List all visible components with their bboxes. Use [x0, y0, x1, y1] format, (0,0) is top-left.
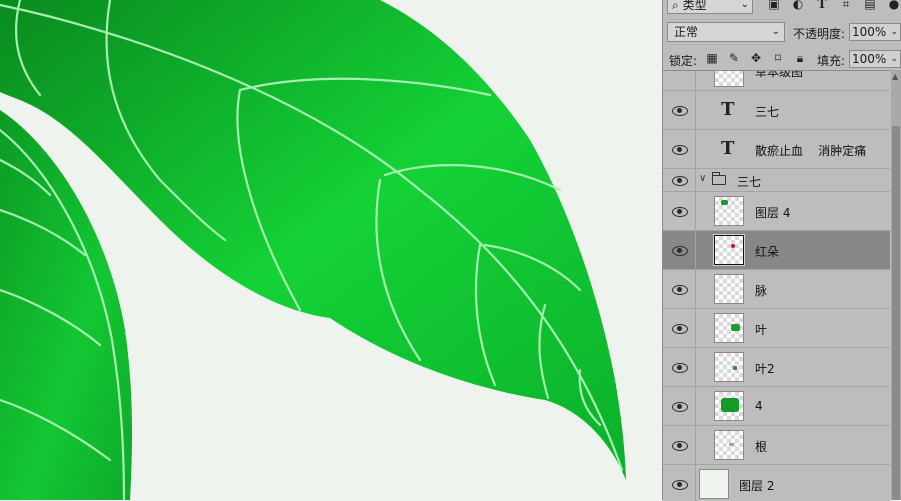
divider: [695, 71, 696, 90]
layer-list: 草本级图 T 三七 T 散瘀止血 消肿定痛 ∨ 三七 图层 4 红朵 脉 叶 叶…: [663, 70, 890, 501]
lock-label: 锁定:: [669, 54, 698, 68]
shape-filter-icon[interactable]: ⌗: [839, 0, 853, 11]
chevron-down-icon[interactable]: ∨: [699, 173, 706, 184]
document-canvas[interactable]: [0, 0, 662, 500]
image-filter-icon[interactable]: ▣: [767, 0, 781, 11]
lock-artboard-icon[interactable]: ⌑: [771, 51, 785, 65]
layer-row-selected[interactable]: 红朵: [663, 231, 890, 270]
chevron-down-icon: ⌄: [771, 26, 780, 37]
eye-icon[interactable]: [671, 284, 689, 296]
eye-icon[interactable]: [671, 206, 689, 218]
eye-icon[interactable]: [671, 175, 689, 187]
divider: [695, 270, 696, 308]
divider: [695, 426, 696, 464]
opacity-value: 100%: [852, 25, 887, 39]
type-filter-icon[interactable]: T: [815, 0, 829, 11]
layer-thumbnail: [714, 352, 744, 382]
layer-row[interactable]: 叶2: [663, 348, 890, 387]
toggle-filter-icon[interactable]: ●: [887, 0, 901, 11]
layer-name: 脉: [755, 284, 768, 298]
opacity-label: 不透明度:: [793, 27, 846, 41]
layer-row[interactable]: T 三七: [663, 91, 890, 130]
eye-icon[interactable]: [671, 362, 689, 374]
search-icon: ⌕: [672, 0, 679, 12]
layer-thumbnail: [714, 430, 744, 460]
chevron-down-icon: ⌄: [890, 54, 898, 64]
layer-name: 三七: [737, 175, 762, 189]
layer-group-row[interactable]: ∨ 三七: [663, 169, 890, 192]
layer-row[interactable]: T 散瘀止血 消肿定痛: [663, 130, 890, 169]
smart-object-filter-icon[interactable]: ▤: [863, 0, 877, 11]
scroll-up-icon[interactable]: ▲: [892, 72, 898, 81]
eye-icon[interactable]: [671, 105, 689, 117]
layer-name: 三七: [755, 105, 780, 119]
eye-icon[interactable]: [671, 479, 689, 491]
adjustment-filter-icon[interactable]: ◐: [791, 0, 805, 11]
divider: [695, 309, 696, 347]
text-layer-icon: T: [721, 138, 735, 159]
text-layer-icon: T: [721, 99, 735, 120]
folder-icon: [712, 172, 726, 185]
eye-icon[interactable]: [671, 440, 689, 452]
chevron-down-icon: ⌄: [740, 0, 749, 10]
blend-mode-select[interactable]: 正常 ⌄: [667, 22, 785, 42]
layer-thumbnail: [714, 313, 744, 343]
layer-name: 4: [755, 399, 763, 413]
eye-icon[interactable]: [671, 323, 689, 335]
layers-panel: ⌕ 类型 ⌄ ▣ ◐ T ⌗ ▤ ● 正常 ⌄ 不透明度: 100% ⌄ 锁定:…: [662, 0, 901, 501]
layer-thumbnail: [714, 196, 744, 226]
layer-name: 红朵: [755, 245, 780, 259]
layer-thumbnail: [714, 71, 744, 87]
layer-row[interactable]: 4: [663, 387, 890, 426]
divider: [695, 231, 696, 269]
fill-value: 100%: [852, 52, 887, 66]
layer-row[interactable]: 图层 4: [663, 192, 890, 231]
filter-type-label: 类型: [682, 0, 707, 12]
layer-name: 散瘀止血 消肿定痛: [755, 144, 867, 158]
layer-row[interactable]: 叶: [663, 309, 890, 348]
blend-mode-value: 正常: [674, 25, 699, 39]
divider: [695, 192, 696, 230]
divider: [695, 169, 696, 191]
eye-icon[interactable]: [671, 245, 689, 257]
layer-name: 叶2: [755, 362, 775, 376]
layers-scrollbar[interactable]: ▲: [891, 70, 901, 500]
layer-name: 图层 2: [739, 479, 775, 493]
opacity-field[interactable]: 100% ⌄: [849, 23, 901, 41]
eye-icon[interactable]: [671, 144, 689, 156]
layer-name: 叶: [755, 323, 768, 337]
fill-label: 填充:: [817, 54, 846, 68]
layer-thumbnail: [699, 469, 729, 499]
lock-all-icon[interactable]: 🔒︎: [793, 51, 807, 65]
divider: [695, 387, 696, 425]
leaf-artwork: [0, 0, 626, 500]
layer-row[interactable]: 脉: [663, 270, 890, 309]
layer-thumbnail: [714, 274, 744, 304]
chevron-down-icon: ⌄: [890, 27, 898, 37]
lock-position-icon[interactable]: ✥: [749, 51, 763, 65]
layer-filter-select[interactable]: ⌕ 类型 ⌄: [667, 0, 753, 14]
layer-thumbnail: [714, 391, 744, 421]
layer-name: 草本级图: [755, 70, 804, 79]
lock-transparency-icon[interactable]: ▦: [705, 51, 719, 65]
divider: [695, 130, 696, 168]
layer-thumbnail: [713, 234, 745, 266]
layer-row[interactable]: 根: [663, 426, 890, 465]
divider: [695, 465, 696, 501]
fill-field[interactable]: 100% ⌄: [849, 50, 901, 68]
filter-row: ⌕ 类型 ⌄ ▣ ◐ T ⌗ ▤ ●: [663, 0, 901, 20]
layer-name: 根: [755, 440, 768, 454]
eye-icon[interactable]: [671, 401, 689, 413]
scrollbar-thumb[interactable]: [892, 126, 900, 500]
layer-row[interactable]: 图层 2: [663, 465, 890, 501]
layer-row[interactable]: 草本级图: [663, 70, 890, 91]
lock-paint-icon[interactable]: ✎: [727, 51, 741, 65]
layer-name: 图层 4: [755, 206, 791, 220]
divider: [695, 348, 696, 386]
divider: [695, 91, 696, 129]
